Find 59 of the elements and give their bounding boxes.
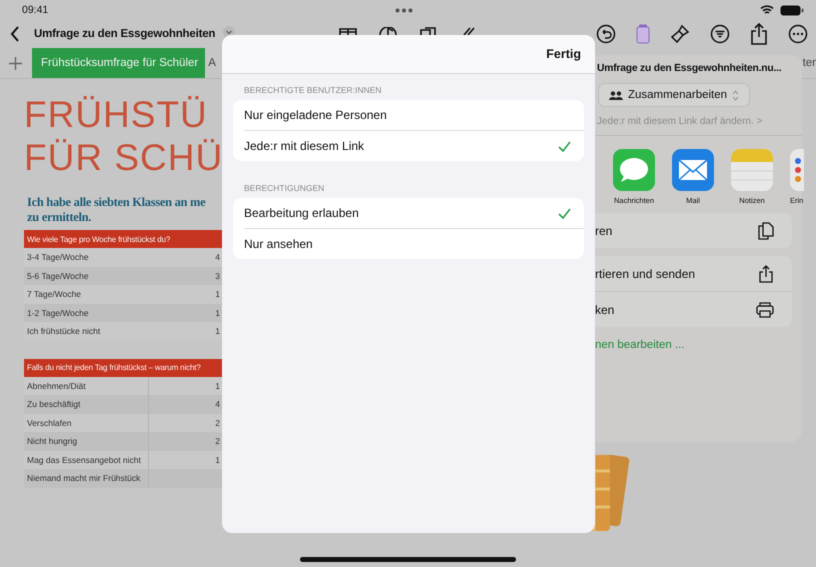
multitasking-dots-icon[interactable] (395, 8, 414, 12)
share-icon[interactable] (758, 264, 774, 282)
table-cell-text: 5-6 Tage/Woche (26, 270, 90, 283)
share-icon[interactable] (750, 23, 768, 45)
table-cell-text: 1-2 Tage/Woche (26, 306, 90, 320)
action-label[interactable]: rtieren und senden (595, 266, 696, 280)
section-heading: BERECHTIGTE BENUTZER:INNEN (243, 84, 382, 97)
document-heading: FRÜHSTÜ (24, 93, 209, 136)
printer-icon[interactable] (756, 302, 774, 318)
add-sheet-icon[interactable] (9, 57, 22, 70)
table-cell-text: 1 (215, 326, 221, 336)
filter-icon[interactable] (710, 24, 730, 44)
copy-icon[interactable] (758, 222, 774, 240)
table-cell-text: 1 (215, 380, 221, 391)
option-label[interactable]: Jede:r mit diesem Link (244, 139, 364, 153)
option-label[interactable]: Nur eingeladene Personen (244, 108, 387, 122)
undo-icon[interactable] (596, 24, 616, 44)
back-chevron-icon[interactable] (10, 26, 20, 42)
document-heading: FÜR SCHÜ (24, 136, 222, 179)
envelope-icon[interactable] (672, 149, 714, 191)
table-icon[interactable] (338, 27, 358, 35)
up-down-chevron-icon (732, 90, 739, 100)
table-cell-text: 4 (215, 252, 221, 262)
sheet-tab[interactable]: A (205, 48, 216, 78)
paintbrush-icon[interactable] (670, 24, 690, 44)
action-label[interactable]: ren (595, 224, 612, 238)
share-document-title: Umfrage zu den Essgewohnheiten.nu... (596, 63, 782, 74)
table-cell-text: 2 (215, 436, 221, 446)
action-label[interactable]: ken (595, 302, 614, 316)
option-label[interactable]: Nur ansehen (244, 237, 313, 251)
table-cell-text: 2 (215, 418, 221, 428)
table-cell-text: 1 (215, 454, 221, 465)
table-cell-text: 7 Tage/Woche (26, 288, 82, 302)
intro-text: zu ermitteln. (27, 210, 92, 225)
table-cell-text: 3 (215, 270, 221, 281)
table-cell-text: 1 (215, 308, 221, 318)
table-cell-text: Ich frühstücke nicht (26, 325, 102, 338)
pie-chart-icon[interactable] (378, 27, 398, 35)
speech-bubble-icon[interactable] (613, 149, 655, 191)
collaborate-button[interactable]: Zusammenarbeiten (598, 83, 750, 107)
status-time: 09:41 (22, 4, 48, 16)
table-cell-text: 4 (215, 399, 221, 410)
battery-icon (780, 4, 804, 16)
reminders-icon[interactable] (790, 149, 804, 191)
table-header: Wie viele Tage pro Woche frühstückst du? (24, 230, 222, 248)
more-icon[interactable] (788, 24, 808, 44)
document-title: Umfrage zu den Essgewohnheiten (34, 28, 216, 40)
sheet-tab[interactable]: ter (800, 48, 816, 78)
table-cell: Niemand macht mir Frühstück (24, 469, 149, 488)
table-cell-text: 1 (215, 289, 221, 300)
shapes-icon[interactable] (418, 27, 438, 35)
intro-text: Ich habe alle siebten Klassen an me (27, 195, 206, 210)
table-cell-text: 3-4 Tage/Woche (26, 251, 90, 264)
people-icon (609, 90, 623, 100)
table-header: Falls du nicht jeden Tag frühstückst – warum nicht? (24, 358, 222, 376)
option-label[interactable]: Bearbeitung erlauben (244, 206, 359, 220)
done-button[interactable]: Fertig (546, 45, 581, 63)
section-heading: BERECHTIGUNGEN (243, 182, 326, 195)
wifi-icon (760, 5, 774, 15)
